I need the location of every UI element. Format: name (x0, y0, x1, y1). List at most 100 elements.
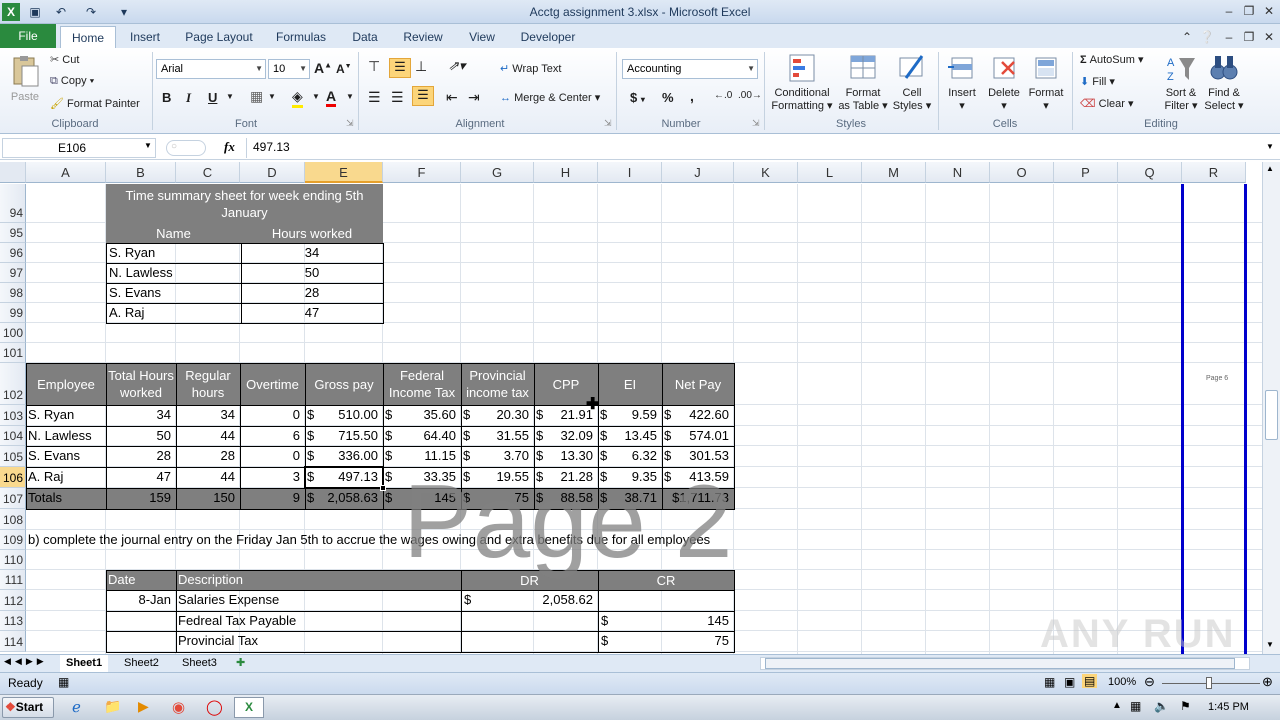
align-left-icon[interactable]: ☰ (368, 89, 381, 106)
journal-date[interactable] (106, 611, 176, 631)
cut-button[interactable]: ✂ Cut (50, 53, 79, 66)
percent-button[interactable]: % (662, 90, 674, 105)
summary-hours[interactable]: 34 (241, 243, 383, 263)
merge-center-button[interactable]: ↔ Merge & Center ▾ (500, 91, 600, 104)
row-header-94[interactable]: 94 (0, 184, 26, 223)
formula-input[interactable]: 497.13 (246, 138, 1266, 158)
help-icon[interactable]: ❔ (1196, 28, 1218, 46)
align-center-icon[interactable]: ☰ (391, 89, 404, 106)
row-header-106[interactable]: 106 (0, 467, 26, 488)
vertical-scrollbar[interactable]: ▲ ▼ (1262, 162, 1280, 654)
tab-developer[interactable]: Developer (514, 26, 582, 48)
tab-page-layout[interactable]: Page Layout (180, 26, 258, 48)
wrap-text-button[interactable]: ↵ Wrap Text (500, 62, 561, 75)
payroll-header[interactable]: Total Hours worked (106, 363, 176, 405)
column-header-m[interactable]: M (862, 162, 926, 183)
summary-hours[interactable]: 47 (241, 303, 383, 323)
dialog-launcher-icon[interactable]: ⇲ (752, 118, 760, 129)
page-break-view-icon[interactable]: ▤ (1082, 674, 1098, 688)
paste-button[interactable]: Paste (8, 54, 42, 103)
payroll-amount[interactable]: 32.09 (546, 426, 598, 446)
journal-header-date[interactable]: Date (106, 570, 176, 590)
row-header-103[interactable]: 103 (0, 405, 26, 426)
column-header-p[interactable]: P (1054, 162, 1118, 183)
font-color-icon[interactable]: A (326, 88, 337, 107)
journal-description[interactable]: Fedreal Tax Payable (176, 611, 461, 631)
page-layout-view-icon[interactable]: ▣ (1064, 675, 1075, 689)
scroll-up-icon[interactable]: ▲ (1266, 164, 1274, 173)
cell-styles-button[interactable]: Cell Styles ▾ (890, 52, 934, 112)
payroll-header[interactable]: Federal Income Tax (383, 363, 461, 405)
minimize-icon[interactable]: – (1218, 2, 1240, 20)
chevron-down-icon[interactable]: ▼ (312, 92, 320, 101)
payroll-hours[interactable]: 34 (106, 405, 176, 426)
totals-amount[interactable]: 2,058.63 (317, 488, 383, 509)
scroll-down-icon[interactable]: ▼ (1266, 640, 1274, 649)
journal-cr-amount[interactable]: 145 (610, 611, 734, 631)
summary-hours[interactable]: 28 (241, 283, 383, 303)
start-button[interactable]: ❖Start (2, 697, 54, 718)
show-hidden-icons[interactable]: ▲ (1112, 700, 1122, 711)
copy-button[interactable]: ⧉ Copy ▾ (50, 75, 94, 88)
tab-insert[interactable]: Insert (120, 26, 170, 48)
zoom-out-icon[interactable]: ⊖ (1144, 674, 1155, 690)
row-header-105[interactable]: 105 (0, 446, 26, 467)
column-header-o[interactable]: O (990, 162, 1054, 183)
column-header-k[interactable]: K (734, 162, 798, 183)
find-select-button[interactable]: Find & Select ▾ (1204, 52, 1244, 112)
payroll-hours[interactable]: 34 (176, 405, 240, 426)
payroll-header[interactable]: Overtime (240, 363, 305, 405)
chevron-down-icon[interactable]: ▼ (144, 141, 152, 150)
payroll-hours[interactable]: 28 (106, 446, 176, 467)
opera-icon[interactable]: ◯ (206, 698, 223, 716)
format-cells-button[interactable]: Format ▾ (1026, 52, 1066, 112)
summary-header-hours[interactable]: Hours worked (241, 223, 383, 243)
row-header-109[interactable]: 109 (0, 530, 26, 550)
tab-data[interactable]: Data (345, 26, 385, 48)
workbook-close-icon[interactable]: ✕ (1258, 28, 1280, 46)
chevron-down-icon[interactable]: ▼ (226, 92, 234, 101)
internet-explorer-icon[interactable]: ℯ (72, 698, 81, 716)
format-as-table-button[interactable]: Format as Table ▾ (838, 52, 888, 112)
payroll-hours[interactable]: 44 (176, 426, 240, 446)
totals-value[interactable]: 159 (106, 488, 176, 509)
underline-button[interactable]: U (208, 90, 217, 105)
payroll-hours[interactable]: 50 (106, 426, 176, 446)
payroll-amount[interactable]: 13.45 (610, 426, 662, 446)
payroll-hours[interactable]: 44 (176, 467, 240, 488)
payroll-amount[interactable]: 31.55 (473, 426, 534, 446)
bold-button[interactable]: B (162, 90, 171, 105)
italic-button[interactable]: I (186, 90, 191, 106)
chrome-icon[interactable]: ◉ (172, 698, 185, 716)
payroll-amount[interactable]: 35.60 (395, 405, 461, 426)
font-size-combo[interactable]: 10 ▼ (268, 59, 310, 79)
fill-handle[interactable] (380, 485, 386, 491)
align-top-icon[interactable]: ⊤ (368, 58, 380, 75)
journal-date[interactable] (106, 631, 176, 652)
close-icon[interactable]: ✕ (1258, 2, 1280, 20)
restore-icon[interactable]: ❐ (1238, 2, 1260, 20)
sheet-tab-3[interactable]: Sheet3 (176, 655, 223, 672)
journal-date[interactable]: 8-Jan (106, 590, 176, 611)
sheet-tab-1[interactable]: Sheet1 (60, 655, 109, 672)
grow-font-icon[interactable]: A▲ (314, 60, 332, 76)
payroll-header[interactable]: Gross pay (305, 363, 383, 405)
payroll-header[interactable]: Employee (26, 363, 106, 405)
formula-bar-handle-icon[interactable]: ○ (166, 140, 206, 156)
journal-dr-amount[interactable] (470, 631, 598, 652)
sheet-nav-icon[interactable]: ◀◀▶▶ (4, 656, 48, 667)
tab-view[interactable]: View (462, 26, 502, 48)
payroll-header[interactable]: Provincial income tax (461, 363, 534, 405)
worksheet-grid[interactable]: ABCDEFGHIJKLMNOPQR 94 95 96 97 98 99 100 101 102… (0, 162, 1262, 654)
sheet-tab-2[interactable]: Sheet2 (118, 655, 165, 672)
column-header-i[interactable]: I (598, 162, 662, 183)
scroll-thumb[interactable] (1265, 390, 1278, 440)
horizontal-scrollbar[interactable] (760, 657, 1250, 670)
macro-record-icon[interactable]: ▦ (58, 675, 69, 689)
payroll-hours[interactable]: 3 (240, 467, 305, 488)
payroll-amount[interactable]: 64.40 (395, 426, 461, 446)
payroll-header[interactable]: Regular hours (176, 363, 240, 405)
payroll-amount[interactable]: 336.00 (317, 446, 383, 467)
tab-home[interactable]: Home (60, 26, 116, 48)
column-header-c[interactable]: C (176, 162, 240, 183)
